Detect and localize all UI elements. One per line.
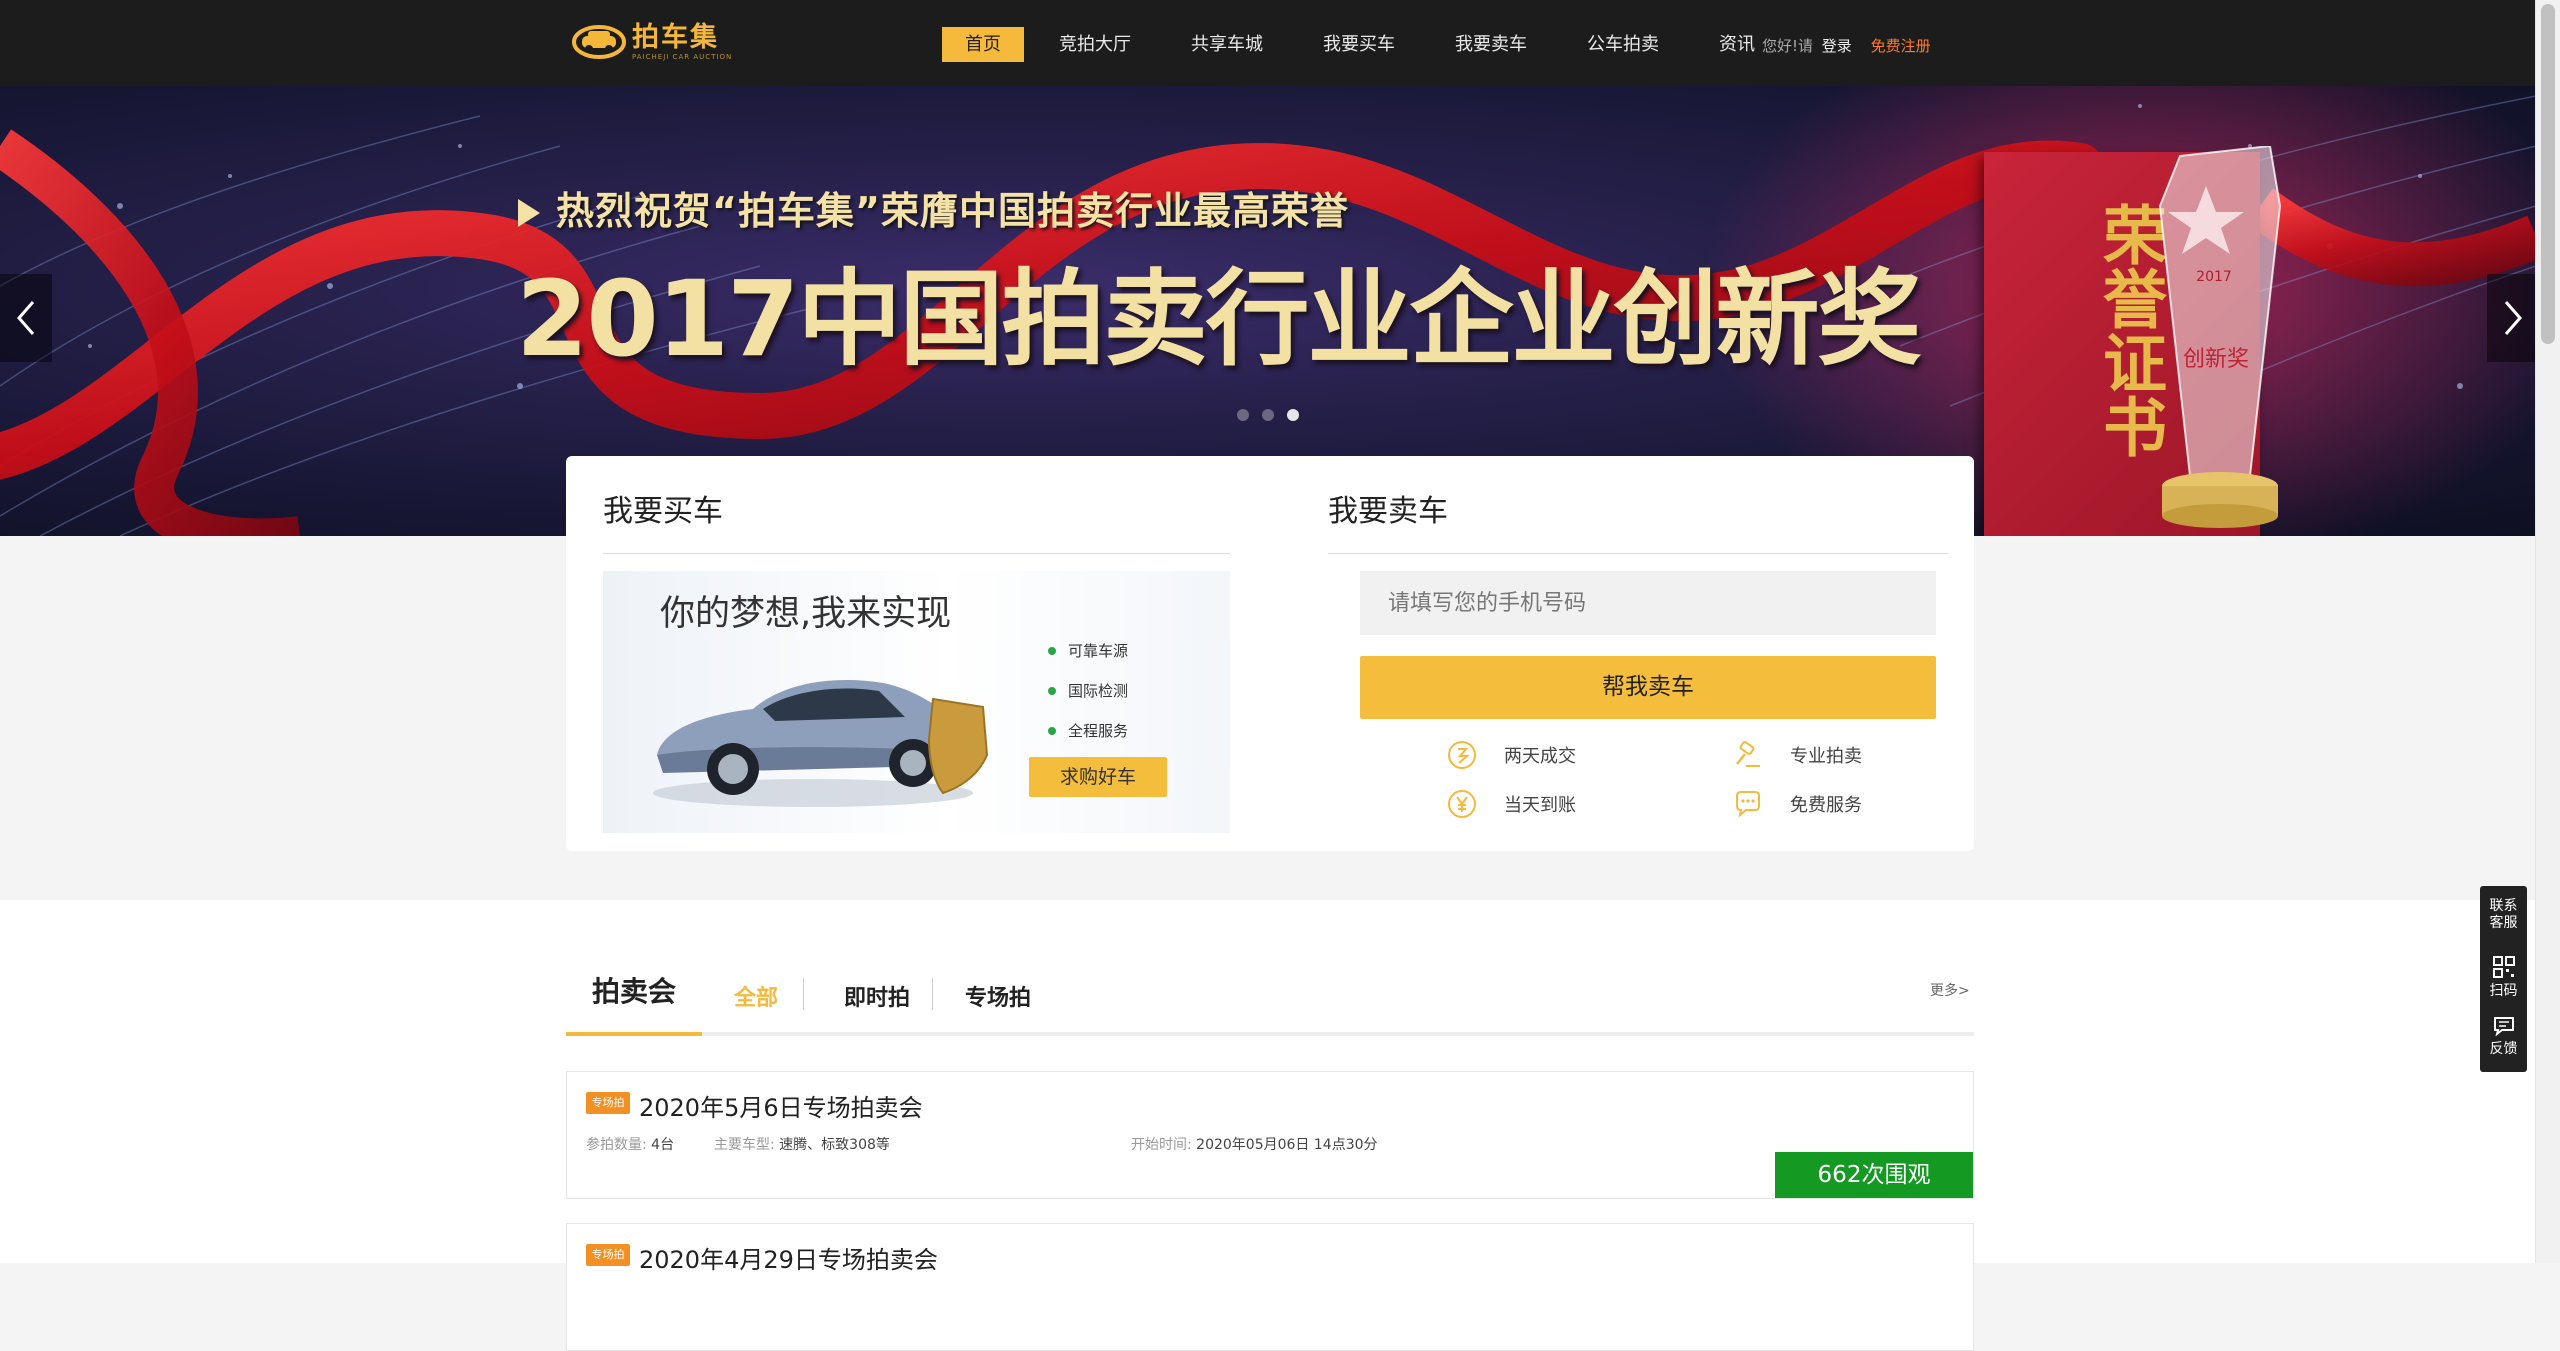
svg-text:2017: 2017: [2196, 269, 2232, 285]
tab-divider: [803, 978, 804, 1010]
phone-number-input[interactable]: [1360, 571, 1936, 635]
more-link[interactable]: 更多>: [1930, 980, 1970, 1000]
tab-divider: [932, 978, 933, 1010]
chevron-right-icon: [2504, 301, 2522, 335]
feedback-label: 反馈: [2489, 1041, 2518, 1057]
qr-code-icon: [2492, 956, 2515, 978]
divider: [603, 553, 1230, 554]
feedback-icon: [2493, 1017, 2514, 1037]
sell-car-heading: 我要卖车: [1328, 494, 1448, 529]
auction-title[interactable]: 2020年5月6日专场拍卖会: [639, 1088, 923, 1123]
banner-prev-button[interactable]: [0, 274, 52, 362]
buy-sell-panel: 我要买车 我要卖车 你的梦想,我来实现 可靠车源 国际检测 全程服务 求购好车 …: [566, 456, 1974, 851]
tab-all[interactable]: 全部: [734, 980, 778, 1012]
buy-feature-item: 可靠车源: [1048, 631, 1128, 671]
nav-item-sell-car[interactable]: 我要卖车: [1433, 27, 1549, 62]
sell-feature-item: 当天到账: [1446, 788, 1576, 820]
nav-item-public-car-auction[interactable]: 公车拍卖: [1565, 27, 1681, 62]
nav-item-home[interactable]: 首页: [942, 27, 1024, 62]
scan-qr-button[interactable]: 扫码: [2480, 956, 2527, 1000]
user-links: 您好!请 登录 免费注册: [1762, 35, 1931, 56]
auction-section-title: 拍卖会: [566, 964, 702, 1036]
special-auction-tag: 专场拍: [586, 1092, 630, 1114]
buy-slogan: 你的梦想,我来实现: [660, 594, 952, 634]
buy-feature-item: 全程服务: [1048, 711, 1128, 751]
main-menu: 首页 竞拍大厅 共享车城 我要买车 我要卖车 公车拍卖 资讯: [942, 27, 1793, 62]
tab-special-auction[interactable]: 专场拍: [965, 980, 1031, 1012]
auction-start-time: 开始时间: 2020年05月06日 14点30分: [1131, 1137, 1378, 1153]
chevron-left-icon: [17, 301, 35, 335]
sell-feature-item: 免费服务: [1732, 788, 1862, 820]
register-link[interactable]: 免费注册: [1871, 37, 1931, 55]
page-scrollbar[interactable]: [2535, 0, 2560, 1263]
auction-title[interactable]: 2020年4月29日专场拍卖会: [639, 1240, 938, 1275]
auction-list-item[interactable]: 专场拍 2020年5月6日专场拍卖会 参拍数量: 4台 主要车型: 速腾、标致3…: [566, 1071, 1974, 1199]
car-logo-icon: [572, 21, 626, 63]
divider: [1328, 553, 1948, 554]
auction-list-item[interactable]: 专场拍 2020年4月29日专场拍卖会: [566, 1223, 1974, 1351]
buy-car-heading: 我要买车: [603, 494, 723, 529]
banner-dot-2[interactable]: [1262, 409, 1274, 421]
buy-feature-list: 可靠车源 国际检测 全程服务: [1048, 631, 1128, 751]
contact-service-button[interactable]: 联系客服: [2480, 898, 2527, 932]
nav-item-bidding-hall[interactable]: 竞拍大厅: [1037, 27, 1153, 62]
auction-count: 参拍数量: 4台: [586, 1137, 675, 1153]
yen-icon: [1448, 790, 1476, 818]
banner-dot-1[interactable]: [1237, 409, 1249, 421]
view-count-badge: 662次围观: [1775, 1152, 1973, 1198]
banner-subtitle: 热烈祝贺“拍车集”荣膺中国拍卖行业最高荣誉: [518, 180, 1349, 235]
request-car-button[interactable]: 求购好车: [1029, 757, 1167, 797]
auction-hammer-icon: [1736, 741, 1760, 767]
feedback-button[interactable]: 反馈: [2480, 1016, 2527, 1058]
bullet-icon: [1048, 687, 1056, 695]
play-triangle-icon: [518, 199, 540, 227]
site-logo[interactable]: 拍车集 PAICHEJI CAR AUCTION: [572, 18, 732, 66]
auction-models: 主要车型: 速腾、标致308等: [714, 1137, 890, 1153]
greeting-text: 您好!请: [1762, 37, 1814, 55]
logo-subtext: PAICHEJI CAR AUCTION: [632, 52, 733, 61]
scrollbar-thumb[interactable]: [2541, 4, 2555, 344]
svg-text:创新奖: 创新奖: [2183, 347, 2249, 372]
deal-icon: [1448, 741, 1476, 769]
banner-next-button[interactable]: [2487, 274, 2536, 362]
scan-label: 扫码: [2489, 983, 2518, 999]
banner-pagination: [1237, 409, 1312, 421]
banner-dot-3[interactable]: [1287, 409, 1299, 421]
help-sell-car-button[interactable]: 帮我卖车: [1360, 656, 1936, 719]
buy-promo-card: 你的梦想,我来实现 可靠车源 国际检测 全程服务 求购好车: [603, 571, 1230, 833]
sports-car-image: [653, 680, 989, 807]
banner-title: 2017中国拍卖行业企业创新奖: [516, 258, 1921, 380]
logo-text: 拍车集: [632, 21, 719, 53]
tab-instant-auction[interactable]: 即时拍: [844, 980, 910, 1012]
auction-tabs: 拍卖会 全部 即时拍 专场拍: [566, 964, 1974, 1036]
sell-feature-item: 专业拍卖: [1732, 739, 1862, 771]
nav-item-buy-car[interactable]: 我要买车: [1301, 27, 1417, 62]
chat-bubble-icon: [1736, 791, 1760, 818]
bullet-icon: [1048, 647, 1056, 655]
top-navbar: 拍车集 PAICHEJI CAR AUCTION 首页 竞拍大厅 共享车城 我要…: [0, 0, 2536, 86]
crystal-trophy-icon: 2017 创新奖: [2158, 146, 2282, 528]
sell-feature-item: 两天成交: [1446, 739, 1576, 771]
login-link[interactable]: 登录: [1822, 37, 1852, 55]
bullet-icon: [1048, 727, 1056, 735]
nav-item-shared-car-city[interactable]: 共享车城: [1169, 27, 1285, 62]
buy-feature-item: 国际检测: [1048, 671, 1128, 711]
floating-toolbar: 联系客服 扫码 反馈: [2480, 886, 2527, 1072]
